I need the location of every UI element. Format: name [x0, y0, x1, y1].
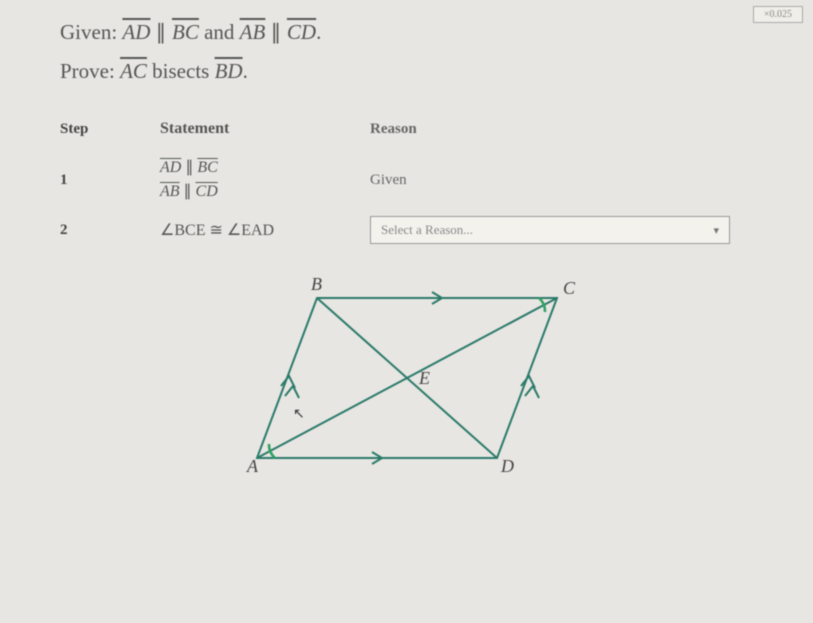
- given-line: Given: AD ∥ BC and AB ∥ CD.: [60, 20, 773, 45]
- header-reason: Reason: [370, 121, 773, 138]
- statement-line: AB ∥ CD: [160, 180, 370, 204]
- prove-verb: bisects: [152, 59, 209, 83]
- seg-ab: AB: [240, 20, 266, 44]
- seg: CD: [196, 183, 218, 200]
- seg: AB: [160, 183, 180, 200]
- table-header-row: Step Statement Reason: [60, 114, 773, 144]
- table-row: 1 AD ∥ BC AB ∥ CD Given: [60, 150, 773, 210]
- page-content: Given: AD ∥ BC and AB ∥ CD. Prove: AC bi…: [0, 0, 813, 498]
- vertex-label-c: C: [563, 278, 576, 298]
- table-row: 2 ∠BCE ≅ ∠EAD Select a Reason... ▾: [60, 210, 773, 250]
- vertex-label-d: D: [500, 456, 514, 476]
- period: .: [316, 20, 321, 44]
- angle-name: BCE: [174, 222, 205, 239]
- prove-line: Prove: AC bisects BD.: [60, 59, 773, 84]
- proof-table: Step Statement Reason 1 AD ∥ BC AB ∥ CD …: [60, 114, 773, 250]
- given-label: Given:: [60, 20, 117, 44]
- seg: AD: [160, 159, 181, 176]
- parallel-symbol: ∥: [185, 159, 193, 176]
- header-step: Step: [60, 121, 160, 138]
- statement-line: AD ∥ BC: [160, 156, 370, 180]
- conj-and: and: [204, 20, 234, 44]
- parallel-symbol: ∥: [271, 21, 287, 44]
- reason-select-placeholder: Select a Reason...: [381, 222, 473, 238]
- vertex-label-b: B: [311, 274, 322, 294]
- seg-ad: AD: [122, 20, 150, 44]
- reason-select-dropdown[interactable]: Select a Reason... ▾: [370, 216, 730, 244]
- reason-cell: Select a Reason... ▾: [370, 216, 773, 244]
- angle-symbol: ∠: [227, 222, 241, 239]
- chevron-down-icon: ▾: [713, 224, 719, 237]
- seg-cd: CD: [287, 20, 316, 44]
- angle-name: EAD: [241, 222, 274, 239]
- vertex-label-a: A: [246, 456, 259, 476]
- angle-symbol: ∠: [160, 222, 174, 239]
- diagonal-bd: [317, 298, 497, 458]
- congruent-symbol: ≅: [209, 222, 222, 239]
- vertex-label-e: E: [418, 368, 430, 388]
- seg-bd: BD: [215, 59, 243, 83]
- statement-cell: ∠BCE ≅ ∠EAD: [160, 220, 370, 240]
- figure-container: B C D A E ↖: [60, 268, 773, 488]
- header-statement: Statement: [160, 120, 370, 138]
- statement-cell: AD ∥ BC AB ∥ CD: [160, 156, 370, 204]
- prove-label: Prove:: [60, 59, 115, 83]
- parallelogram-figure: B C D A E ↖: [237, 268, 597, 488]
- step-number: 1: [60, 172, 160, 189]
- seg: BC: [197, 159, 217, 176]
- cursor-icon: ↖: [293, 407, 305, 422]
- parallel-symbol: ∥: [184, 183, 192, 200]
- seg-bc: BC: [172, 20, 199, 44]
- reason-cell: Given: [370, 172, 773, 189]
- step-number: 2: [60, 222, 160, 239]
- period: .: [243, 59, 248, 83]
- parallel-symbol: ∥: [156, 21, 172, 44]
- seg-ac: AC: [120, 59, 147, 83]
- top-badge: ×0.025: [753, 6, 803, 23]
